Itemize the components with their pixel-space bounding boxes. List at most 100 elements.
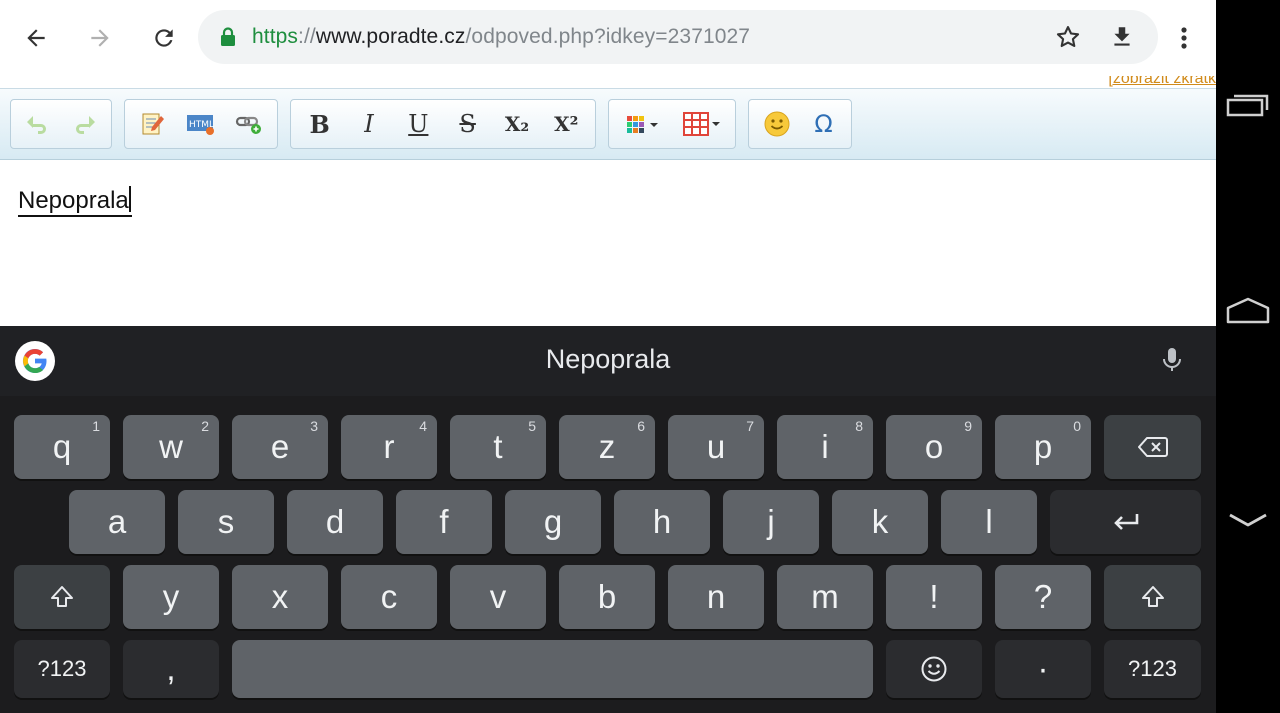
- key-k[interactable]: k: [832, 490, 928, 554]
- key-o[interactable]: o9: [886, 415, 982, 479]
- key-period[interactable]: ·: [995, 640, 1091, 698]
- chain-link-icon: [235, 116, 261, 134]
- key-space[interactable]: [232, 640, 873, 698]
- key-shift-right[interactable]: [1104, 565, 1201, 629]
- superscript-button[interactable]: X²: [544, 104, 589, 144]
- enter-arrow-icon: [1113, 514, 1138, 530]
- key-j[interactable]: j: [723, 490, 819, 554]
- key-q[interactable]: q1: [14, 415, 110, 479]
- table-button[interactable]: [674, 104, 729, 144]
- strikethrough-button[interactable]: S: [445, 104, 490, 144]
- recents-icon: [1226, 94, 1269, 117]
- html-icon: HTML: [187, 115, 214, 135]
- key-r[interactable]: r4: [341, 415, 437, 479]
- key-b[interactable]: b: [559, 565, 655, 629]
- key-area: q1 w2 e3 r4 t5 z6 u7 i8 o9 p0 a s d f g …: [0, 396, 1216, 713]
- key-question[interactable]: ?: [995, 565, 1091, 629]
- recents-button[interactable]: [1216, 92, 1280, 118]
- forward-button[interactable]: [78, 14, 122, 62]
- key-l[interactable]: l: [941, 490, 1037, 554]
- key-s[interactable]: s: [178, 490, 274, 554]
- key-u[interactable]: u7: [668, 415, 764, 479]
- smiley-button[interactable]: [755, 104, 798, 144]
- hide-keyboard-button[interactable]: [1216, 510, 1280, 530]
- emoji-smiley-icon: [921, 656, 947, 682]
- home-icon: [1226, 297, 1270, 324]
- shift-arrow-icon: [1141, 586, 1164, 607]
- url-text: https://www.poradte.cz/odpoved.php?idkey…: [252, 25, 751, 48]
- italic-button[interactable]: I: [346, 104, 391, 144]
- key-e[interactable]: e3: [232, 415, 328, 479]
- key-h[interactable]: h: [614, 490, 710, 554]
- key-emoji[interactable]: [886, 640, 982, 698]
- key-v[interactable]: v: [450, 565, 546, 629]
- shift-arrow-icon: [51, 586, 73, 607]
- key-x[interactable]: x: [232, 565, 328, 629]
- download-button[interactable]: [1102, 17, 1142, 57]
- key-p[interactable]: p0: [995, 415, 1091, 479]
- system-navigation-bar: [1216, 0, 1280, 713]
- download-icon: [1114, 27, 1130, 46]
- key-f[interactable]: f: [396, 490, 492, 554]
- html-button[interactable]: HTML: [179, 104, 223, 144]
- key-backspace[interactable]: [1104, 415, 1201, 479]
- key-symbols-right[interactable]: ?123: [1104, 640, 1201, 698]
- key-c[interactable]: c: [341, 565, 437, 629]
- key-enter[interactable]: [1050, 490, 1201, 554]
- key-d[interactable]: d: [287, 490, 383, 554]
- key-i[interactable]: i8: [777, 415, 873, 479]
- editor-text: Nepoprala: [18, 186, 132, 217]
- back-arrow-icon: [27, 29, 45, 47]
- browser-toolbar: https://www.poradte.cz/odpoved.php?idkey…: [0, 0, 1216, 76]
- key-a[interactable]: a: [69, 490, 165, 554]
- key-symbols-left[interactable]: ?123: [14, 640, 110, 698]
- key-n[interactable]: n: [668, 565, 764, 629]
- color-table-group: [608, 99, 736, 149]
- subscript-button[interactable]: X₂: [494, 104, 539, 144]
- back-button[interactable]: [14, 14, 58, 62]
- key-z[interactable]: z6: [559, 415, 655, 479]
- address-bar[interactable]: https://www.poradte.cz/odpoved.php?idkey…: [198, 10, 1158, 64]
- link-button[interactable]: [227, 104, 271, 144]
- key-y[interactable]: y: [123, 565, 219, 629]
- key-t[interactable]: t5: [450, 415, 546, 479]
- undo-button[interactable]: [17, 104, 59, 144]
- undo-redo-group: [10, 99, 112, 149]
- key-exclamation[interactable]: !: [886, 565, 982, 629]
- editor-area[interactable]: Nepoprala: [0, 160, 1216, 326]
- bold-button[interactable]: B: [297, 104, 342, 144]
- key-w[interactable]: w2: [123, 415, 219, 479]
- color-grid-icon: [626, 116, 658, 133]
- key-comma[interactable]: ,: [123, 640, 219, 698]
- lock-icon: [221, 27, 235, 46]
- show-shortcuts-link[interactable]: [zobrazit zkratk: [1108, 76, 1216, 88]
- home-button[interactable]: [1216, 296, 1280, 324]
- forward-arrow-icon: [91, 29, 109, 47]
- microphone-icon: [1163, 348, 1181, 371]
- key-g[interactable]: g: [505, 490, 601, 554]
- insert-symbol-group: Ω: [748, 99, 852, 149]
- underline-button[interactable]: U: [396, 104, 441, 144]
- redo-icon: [76, 116, 95, 134]
- key-m[interactable]: m: [777, 565, 873, 629]
- bookmark-button[interactable]: [1048, 17, 1088, 57]
- color-picker-button[interactable]: [615, 104, 670, 144]
- more-vert-icon: [1181, 27, 1187, 49]
- chevron-down-icon: [1229, 513, 1267, 527]
- voice-input-button[interactable]: [1160, 346, 1184, 378]
- text-caret: [128, 186, 131, 212]
- reload-button[interactable]: [142, 14, 186, 62]
- key-shift-left[interactable]: [14, 565, 110, 629]
- special-char-button[interactable]: Ω: [802, 104, 845, 144]
- editor-toolbar: HTML B I U S X₂ X² Ω: [0, 88, 1216, 160]
- undo-icon: [27, 116, 46, 134]
- suggestion-word[interactable]: Nepoprala: [0, 344, 1216, 375]
- menu-button[interactable]: [1162, 14, 1206, 62]
- backspace-icon: [1137, 437, 1168, 457]
- smiley-icon: [764, 111, 789, 137]
- edit-source-button[interactable]: [131, 104, 175, 144]
- suggestion-strip: Nepoprala: [0, 326, 1216, 396]
- web-page: [zobrazit zkratk HTML B I U S X₂ X² Ω Ne…: [0, 76, 1216, 326]
- text-format-group: B I U S X₂ X²: [290, 99, 596, 149]
- redo-button[interactable]: [63, 104, 105, 144]
